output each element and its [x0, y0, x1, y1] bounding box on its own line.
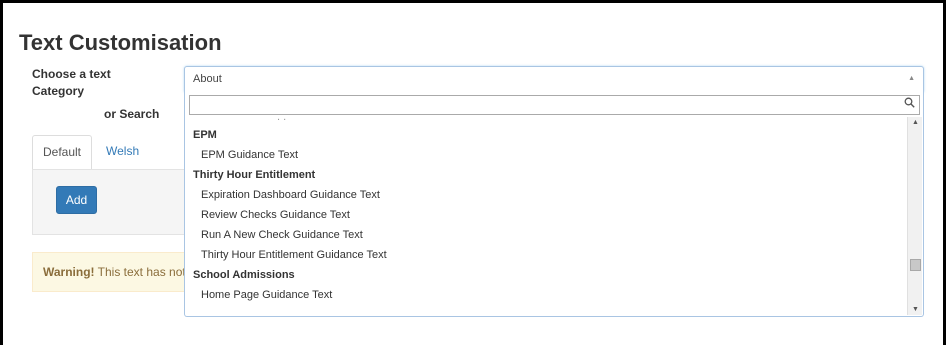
option-home-page-guidance[interactable]: Home Page Guidance Text	[201, 289, 332, 301]
option-run-new-check[interactable]: Run A New Check Guidance Text	[201, 229, 363, 241]
category-label: Choose a text Category	[32, 67, 111, 98]
scroll-up-icon[interactable]: ▲	[912, 119, 919, 126]
page-title: Text Customisation	[19, 30, 222, 55]
search-icon	[904, 97, 915, 111]
warning-alert: Warning! This text has not	[32, 252, 192, 292]
caret-up-icon: ▲	[908, 75, 915, 82]
or-search-label: or Search	[104, 107, 160, 121]
select-search-input[interactable]	[189, 95, 920, 115]
option-epm-guidance[interactable]: EPM Guidance Text	[201, 149, 298, 161]
group-label-school-admissions: School Admissions	[193, 269, 295, 281]
clipped-group-label: . . . .	[193, 309, 215, 315]
warning-strong: Warning!	[43, 265, 95, 279]
add-button[interactable]: Add	[56, 186, 97, 214]
tab-default[interactable]: Default	[32, 135, 92, 170]
select-results: . . EPM EPM Guidance Text Thirty Hour En…	[185, 117, 907, 315]
group-label-epm: EPM	[193, 129, 217, 141]
selected-value: About	[193, 73, 222, 85]
category-select[interactable]: About ▲	[184, 66, 924, 92]
tab-welsh[interactable]: Welsh	[94, 135, 151, 170]
group-label-thirty-hour: Thirty Hour Entitlement	[193, 169, 316, 181]
results-scrollbar[interactable]: ▲ ▼	[907, 117, 922, 315]
select-dropdown: . . EPM EPM Guidance Text Thirty Hour En…	[184, 91, 924, 317]
scroll-down-icon[interactable]: ▼	[912, 306, 919, 313]
warning-text: This text has not	[94, 265, 186, 279]
scrollbar-thumb[interactable]	[910, 259, 921, 271]
option-review-checks[interactable]: Review Checks Guidance Text	[201, 209, 350, 221]
clipped-option: . .	[277, 117, 287, 123]
option-expiration-dashboard[interactable]: Expiration Dashboard Guidance Text	[201, 189, 380, 201]
tab-panel: Add	[32, 169, 192, 235]
option-thirty-hour-guidance[interactable]: Thirty Hour Entitlement Guidance Text	[201, 249, 387, 261]
